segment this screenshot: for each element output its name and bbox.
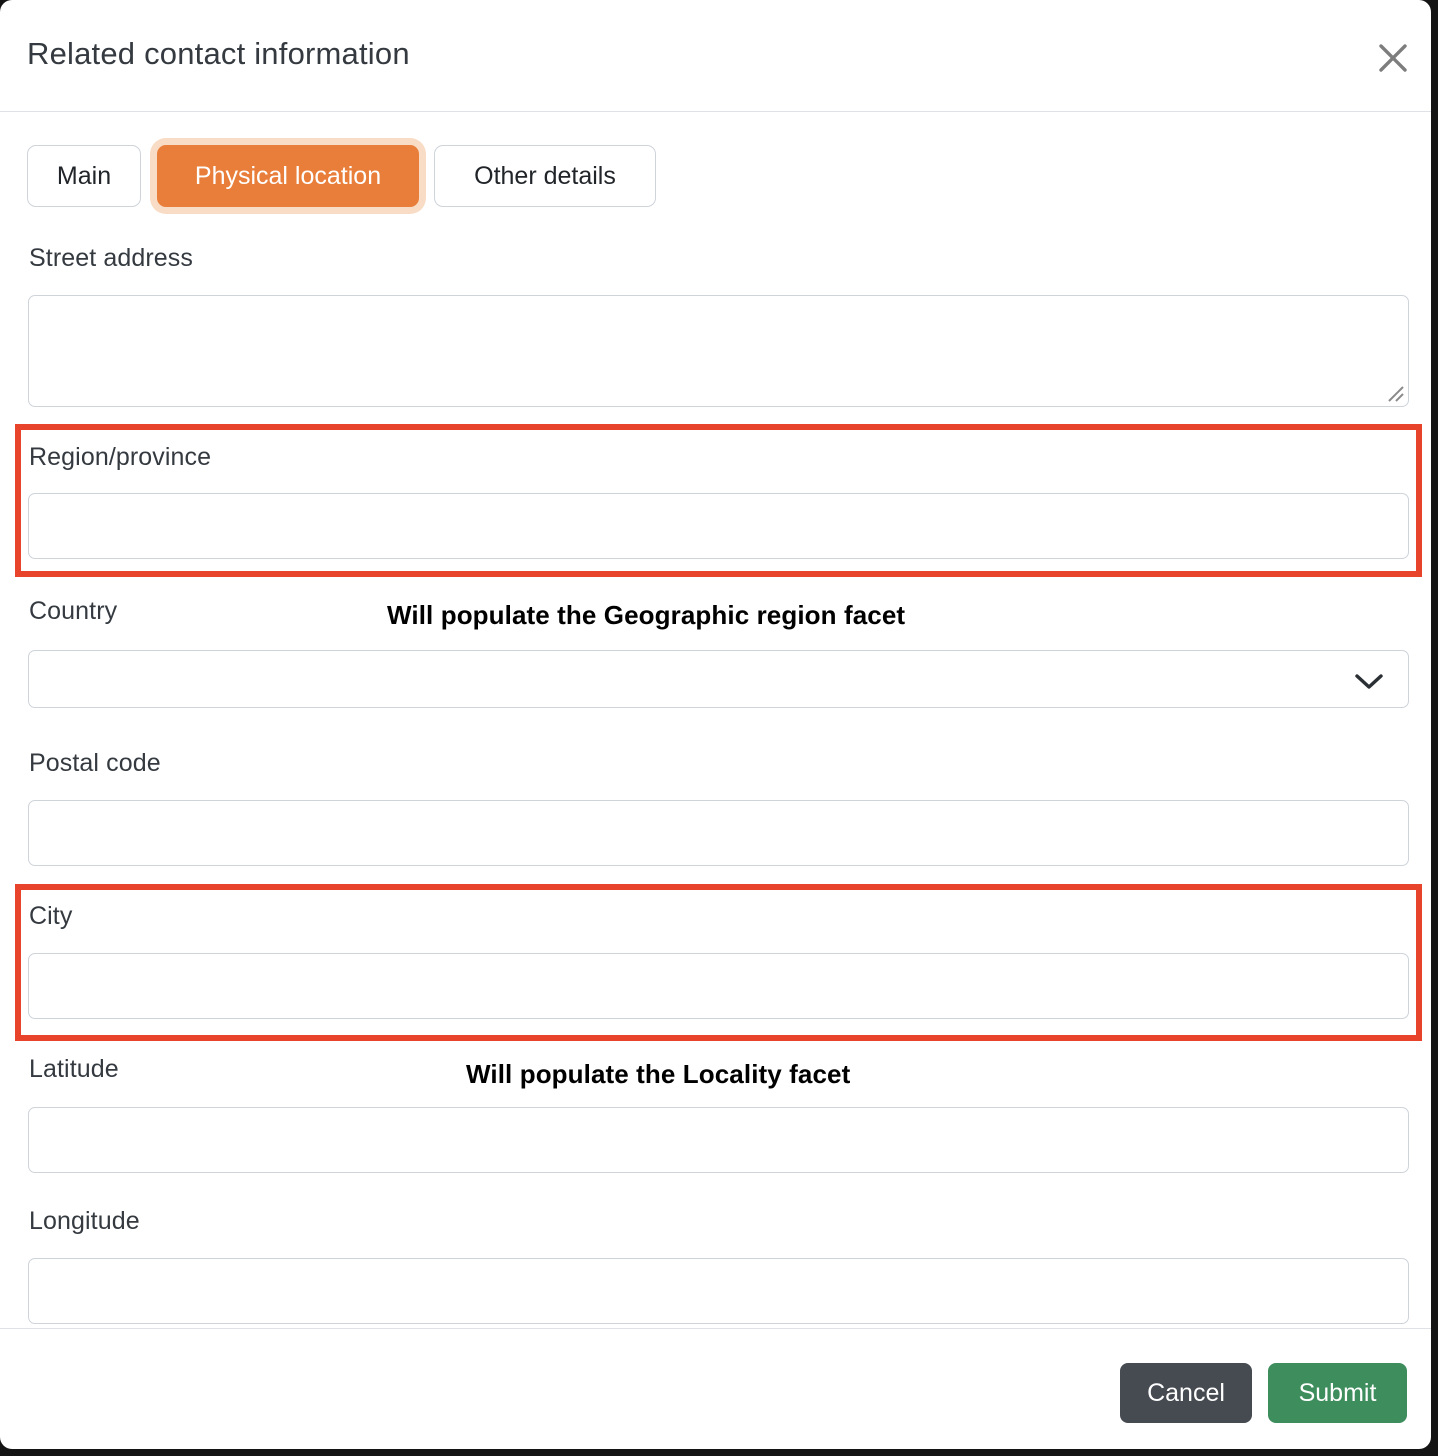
close-button[interactable] bbox=[1372, 38, 1414, 80]
country-label: Country bbox=[29, 597, 117, 626]
modal-title: Related contact information bbox=[27, 36, 410, 72]
region-annotation-note: Will populate the Geographic region face… bbox=[387, 600, 905, 631]
modal-header: Related contact information bbox=[0, 0, 1431, 112]
city-label: City bbox=[29, 902, 72, 931]
city-annotation-note: Will populate the Locality facet bbox=[466, 1059, 850, 1090]
page-backdrop: Related contact information Main Physica… bbox=[0, 0, 1438, 1456]
country-select[interactable] bbox=[28, 650, 1409, 708]
tab-other-details[interactable]: Other details bbox=[434, 145, 656, 207]
longitude-input[interactable] bbox=[28, 1258, 1409, 1324]
city-input[interactable] bbox=[28, 953, 1409, 1019]
latitude-input[interactable] bbox=[28, 1107, 1409, 1173]
footer-divider bbox=[0, 1328, 1431, 1329]
submit-button[interactable]: Submit bbox=[1268, 1363, 1407, 1423]
street-address-textarea[interactable] bbox=[28, 295, 1409, 407]
region-province-label: Region/province bbox=[29, 443, 211, 472]
region-province-input[interactable] bbox=[28, 493, 1409, 559]
tab-main[interactable]: Main bbox=[27, 145, 141, 207]
latitude-label: Latitude bbox=[29, 1055, 119, 1084]
street-address-label: Street address bbox=[29, 244, 193, 273]
close-icon bbox=[1376, 41, 1410, 78]
cancel-button[interactable]: Cancel bbox=[1120, 1363, 1252, 1423]
longitude-label: Longitude bbox=[29, 1207, 140, 1236]
resize-handle-icon bbox=[1383, 390, 1405, 407]
related-contact-modal: Related contact information Main Physica… bbox=[0, 0, 1431, 1449]
resize-handle[interactable] bbox=[1383, 381, 1405, 403]
postal-code-input[interactable] bbox=[28, 800, 1409, 866]
chevron-down-icon bbox=[1354, 670, 1384, 688]
postal-code-label: Postal code bbox=[29, 749, 161, 778]
tab-physical-location[interactable]: Physical location bbox=[157, 145, 419, 207]
